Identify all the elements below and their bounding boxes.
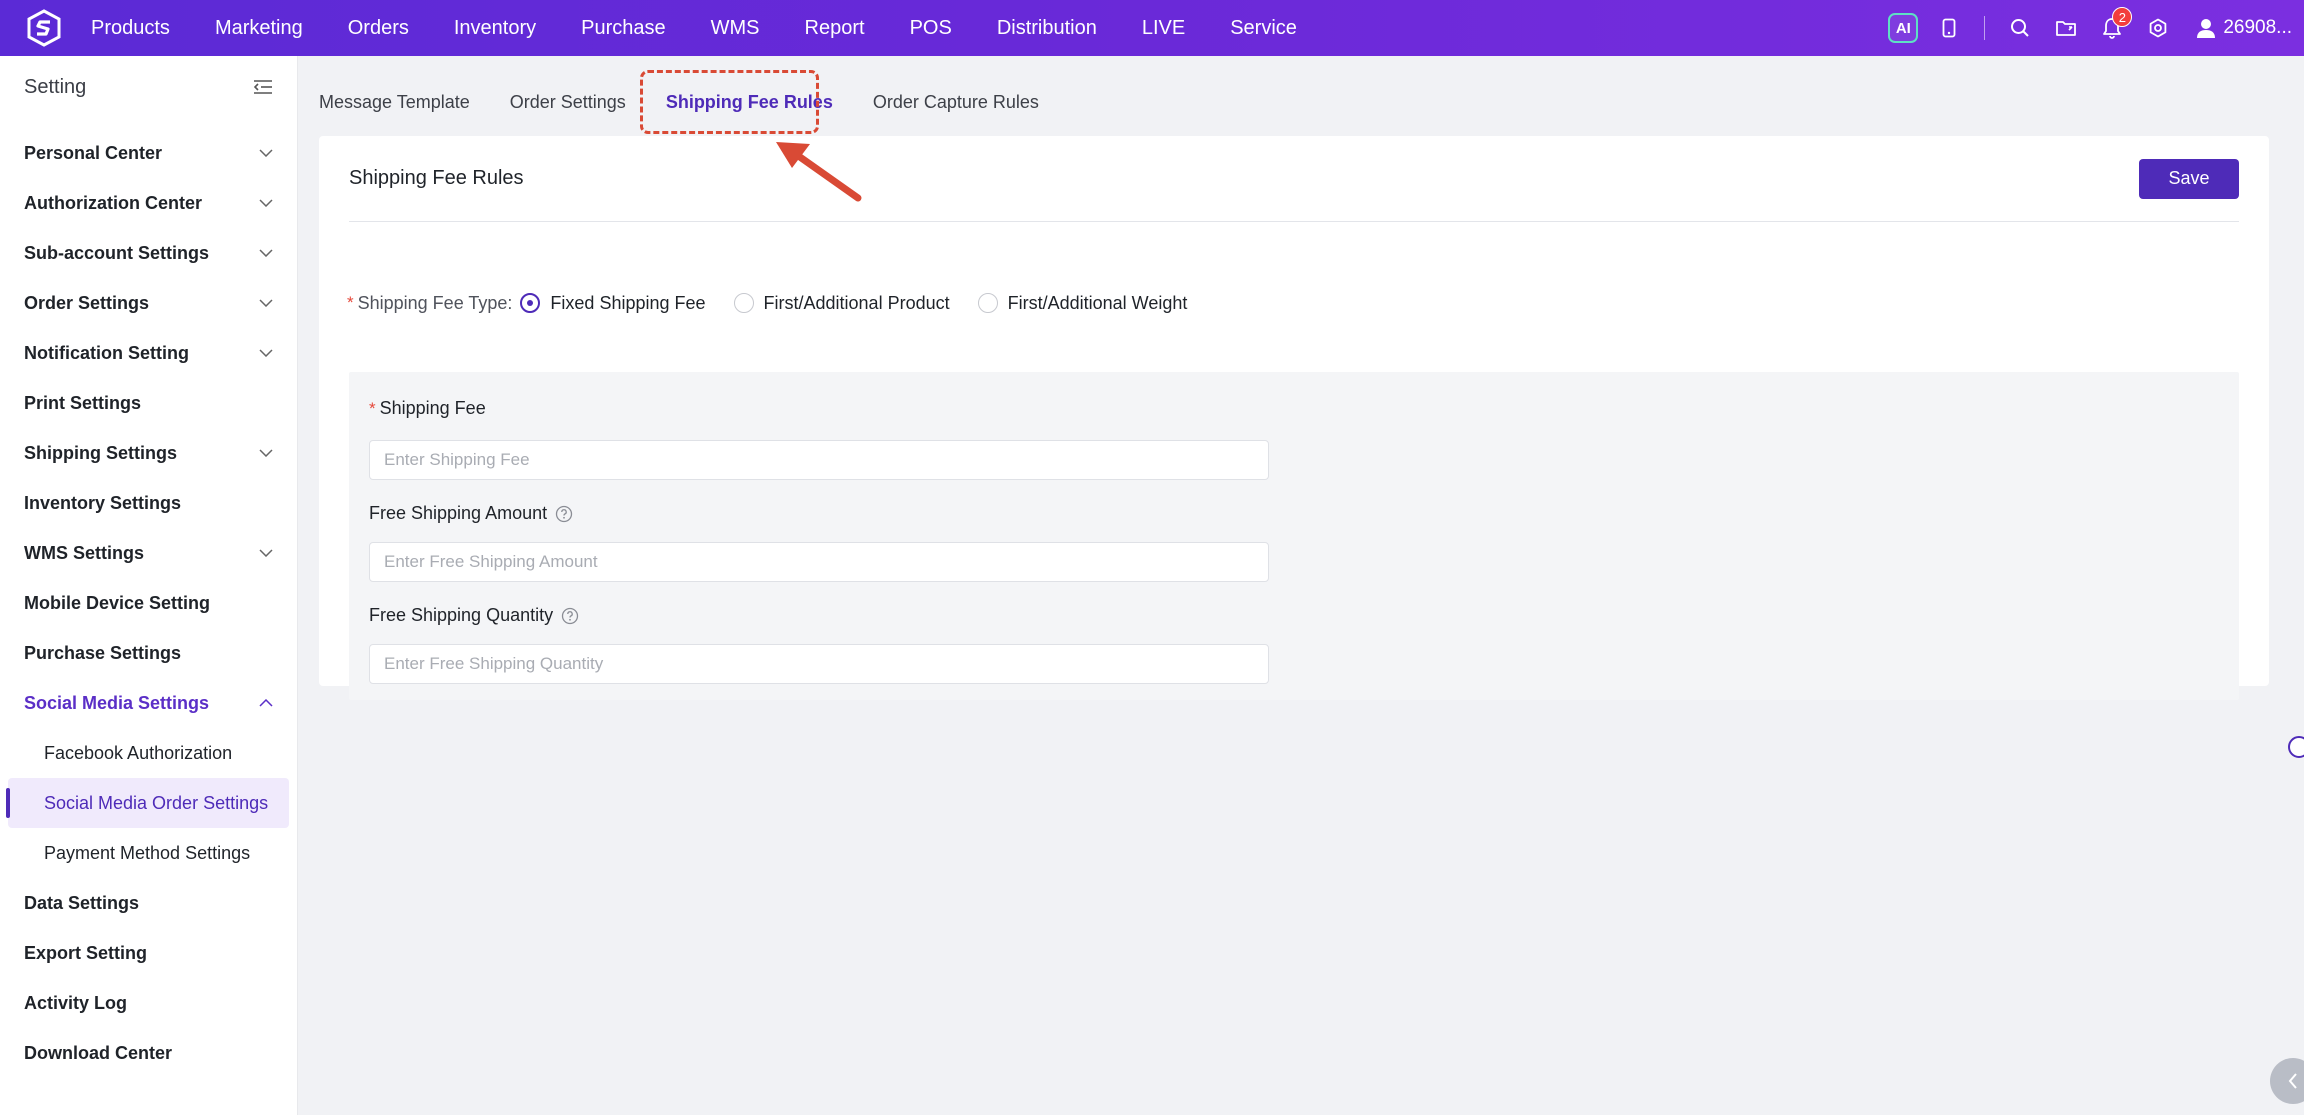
chevron-down-icon	[259, 146, 273, 160]
chevron-down-icon	[259, 296, 273, 310]
shipping-fee-label: * Shipping Fee	[369, 398, 486, 418]
sidebar-item-print-settings[interactable]: Print Settings	[0, 378, 297, 428]
nav-pos[interactable]: POS	[910, 17, 952, 40]
shipping-fee-input[interactable]	[369, 440, 1269, 480]
shipping-fee-type-label: Shipping Fee Type:	[357, 292, 513, 313]
radio-first-additional-product[interactable]: First/Additional Product	[733, 293, 950, 314]
nav-report[interactable]: Report	[805, 17, 865, 40]
sidebar-item-export-setting[interactable]: Export Setting	[0, 928, 297, 978]
nav-inventory[interactable]: Inventory	[454, 17, 536, 40]
ai-assistant-button[interactable]: AI	[1880, 0, 1926, 56]
sidebar-item-notification-setting[interactable]: Notification Setting	[0, 328, 297, 378]
chevron-down-icon	[259, 196, 273, 210]
chevron-down-icon	[259, 446, 273, 460]
chevron-down-icon	[259, 246, 273, 260]
sidebar-item-inventory-settings[interactable]: Inventory Settings	[0, 478, 297, 528]
nav-marketing[interactable]: Marketing	[215, 17, 303, 40]
main-menu: Products Marketing Orders Inventory Purc…	[91, 0, 1342, 56]
sidebar-item-authorization-center[interactable]: Authorization Center	[0, 178, 297, 228]
sidebar-item-purchase-settings[interactable]: Purchase Settings	[0, 628, 297, 678]
chevron-up-icon	[259, 696, 273, 710]
required-asterisk: *	[369, 398, 376, 418]
toolbar-divider	[1984, 16, 1986, 40]
sidebar-menu: Personal Center Authorization Center Sub…	[0, 128, 297, 1078]
chevron-down-icon	[259, 546, 273, 560]
chevron-down-icon	[259, 346, 273, 360]
nav-distribution[interactable]: Distribution	[997, 17, 1097, 40]
free-shipping-amount-label: Free Shipping Amount	[369, 503, 573, 524]
tab-shipping-fee-rules[interactable]: Shipping Fee Rules	[666, 92, 833, 113]
help-question-icon[interactable]	[555, 505, 573, 523]
radio-first-additional-weight[interactable]: First/Additional Weight	[977, 293, 1187, 314]
tab-message-template[interactable]: Message Template	[319, 92, 470, 113]
app-logo-icon[interactable]	[22, 6, 66, 50]
user-account-menu[interactable]: 26908...	[2195, 17, 2292, 39]
top-navigation-bar: Products Marketing Orders Inventory Purc…	[0, 0, 2304, 56]
search-icon[interactable]	[1997, 0, 2043, 56]
nav-wms[interactable]: WMS	[711, 17, 760, 40]
radio-unchecked-icon	[733, 293, 754, 313]
top-right-tools: AI 2 26908...	[1880, 0, 2304, 56]
sidebar-item-social-media-settings[interactable]: Social Media Settings	[0, 678, 297, 728]
fixed-fee-fields-panel: * Shipping Fee Free Shipping Amount Free…	[349, 372, 2239, 700]
sidebar-item-mobile-device-setting[interactable]: Mobile Device Setting	[0, 578, 297, 628]
settings-gear-icon[interactable]	[2135, 0, 2181, 56]
free-shipping-quantity-input[interactable]	[369, 644, 1269, 684]
tab-order-capture-rules[interactable]: Order Capture Rules	[873, 92, 1039, 113]
free-shipping-amount-input[interactable]	[369, 542, 1269, 582]
user-icon	[2197, 19, 2216, 38]
help-question-icon[interactable]	[561, 607, 579, 625]
folder-icon[interactable]	[2043, 0, 2089, 56]
free-shipping-quantity-label: Free Shipping Quantity	[369, 605, 579, 626]
card-header: Shipping Fee Rules Save	[349, 136, 2239, 222]
shipping-fee-rules-card: Shipping Fee Rules Save * Shipping Fee T…	[319, 136, 2269, 700]
collapse-sidebar-icon[interactable]	[253, 79, 273, 95]
sidebar-item-order-settings[interactable]: Order Settings	[0, 278, 297, 328]
required-asterisk: *	[347, 293, 354, 312]
radio-fixed-shipping-fee[interactable]: Fixed Shipping Fee	[520, 293, 706, 314]
sidebar-subitem-payment-method-settings[interactable]: Payment Method Settings	[0, 828, 297, 878]
sidebar-subitem-facebook-authorization[interactable]: Facebook Authorization	[0, 728, 297, 778]
sidebar-item-personal-center[interactable]: Personal Center	[0, 128, 297, 178]
sidebar-item-sub-account-settings[interactable]: Sub-account Settings	[0, 228, 297, 278]
radio-checked-icon	[520, 293, 541, 313]
sidebar-item-shipping-settings[interactable]: Shipping Settings	[0, 428, 297, 478]
sidebar-item-wms-settings[interactable]: WMS Settings	[0, 528, 297, 578]
nav-products[interactable]: Products	[91, 17, 170, 40]
nav-live[interactable]: LIVE	[1142, 17, 1185, 40]
sidebar-item-download-center[interactable]: Download Center	[0, 1028, 297, 1078]
settings-sidebar: Setting Personal Center Authorization Ce…	[0, 56, 298, 1115]
shipping-fee-type-row: * Shipping Fee Type: Fixed Shipping Fee …	[347, 288, 1215, 318]
nav-orders[interactable]: Orders	[348, 17, 409, 40]
sidebar-header: Setting	[0, 56, 297, 118]
nav-service[interactable]: Service	[1230, 17, 1297, 40]
tab-order-settings[interactable]: Order Settings	[510, 92, 626, 113]
radio-unchecked-icon	[977, 293, 998, 313]
settings-tabs: Message Template Order Settings Shipping…	[319, 92, 1079, 113]
user-name: 26908...	[2223, 17, 2292, 38]
sidebar-subitem-social-media-order-settings[interactable]: Social Media Order Settings	[6, 778, 289, 828]
sidebar-item-activity-log[interactable]: Activity Log	[0, 978, 297, 1028]
sidebar-item-data-settings[interactable]: Data Settings	[0, 878, 297, 928]
main-content: Message Template Order Settings Shipping…	[299, 56, 2304, 1115]
save-button[interactable]: Save	[2139, 158, 2239, 199]
card-title: Shipping Fee Rules	[349, 167, 524, 189]
floating-circle-icon[interactable]	[2288, 736, 2304, 758]
notification-bell-icon[interactable]: 2	[2089, 0, 2135, 56]
ai-icon: AI	[1888, 13, 1919, 43]
sidebar-title: Setting	[24, 75, 87, 98]
notification-badge: 2	[2112, 7, 2133, 27]
mobile-icon[interactable]	[1926, 0, 1972, 56]
nav-purchase[interactable]: Purchase	[581, 17, 666, 40]
